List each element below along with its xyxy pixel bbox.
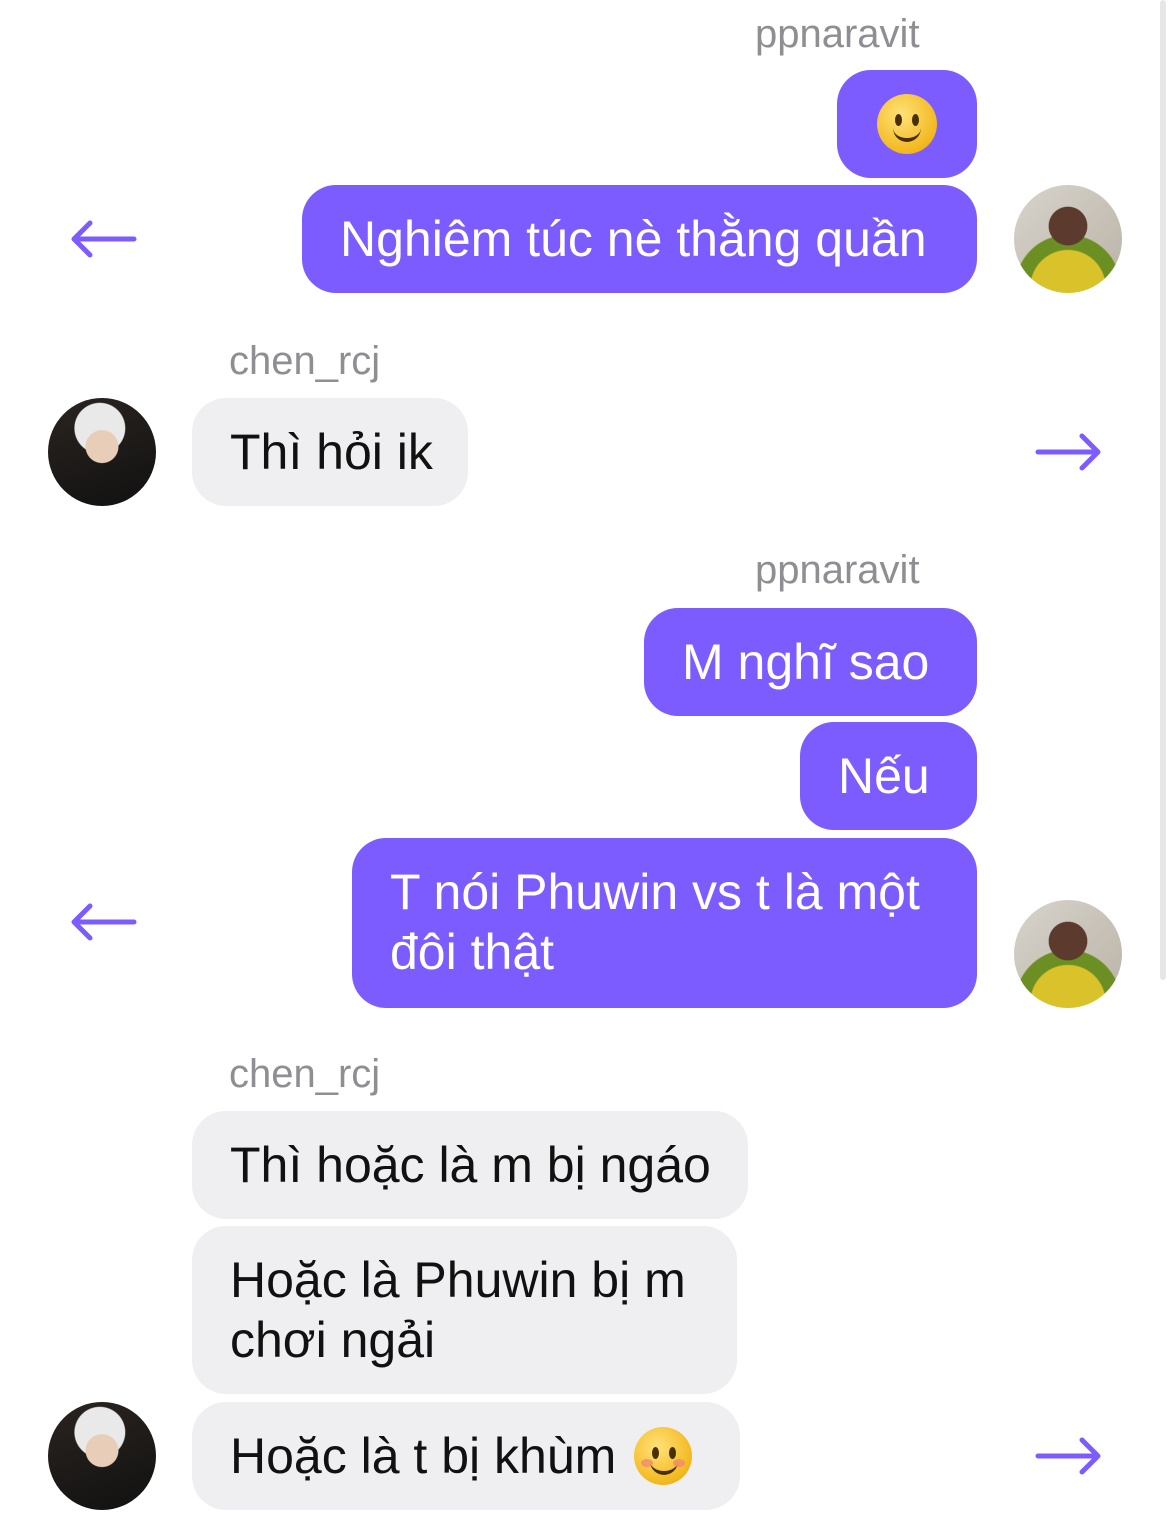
arrow-right-icon[interactable] <box>1034 432 1104 472</box>
smiling-face-with-blush-icon <box>634 1427 693 1485</box>
sender-name-chen-rcj: chen_rcj <box>229 339 381 383</box>
scrollbar[interactable] <box>1160 0 1166 980</box>
sender-name-ppnaravit: ppnaravit <box>755 548 920 592</box>
message-bubble-incoming[interactable]: Hoặc là Phuwin bị m chơi ngải <box>192 1226 737 1394</box>
avatar-chen-rcj[interactable] <box>48 1402 156 1510</box>
message-bubble-incoming[interactable]: Hoặc là t bị khùm <box>192 1402 740 1510</box>
message-bubble-outgoing[interactable]: T nói Phuwin vs t là một đôi thật <box>352 838 977 1008</box>
message-text: Hoặc là t bị khùm <box>230 1428 617 1484</box>
smiling-face-icon <box>877 94 937 154</box>
arrow-right-icon[interactable] <box>1034 1436 1104 1476</box>
sender-name-ppnaravit: ppnaravit <box>755 12 920 56</box>
message-bubble-outgoing[interactable]: Nếu <box>800 722 977 830</box>
message-bubble-incoming[interactable]: Thì hoặc là m bị ngáo <box>192 1111 748 1219</box>
message-bubble-outgoing[interactable]: M nghĩ sao <box>644 608 977 716</box>
arrow-left-icon[interactable] <box>68 902 138 942</box>
message-bubble-incoming[interactable]: Thì hỏi ik <box>192 398 468 506</box>
arrow-left-icon[interactable] <box>68 219 138 259</box>
avatar-chen-rcj[interactable] <box>48 398 156 506</box>
sender-name-chen-rcj: chen_rcj <box>229 1052 381 1096</box>
message-bubble-emoji[interactable] <box>837 70 977 178</box>
avatar-ppnaravit[interactable] <box>1014 900 1122 1008</box>
avatar-ppnaravit[interactable] <box>1014 185 1122 293</box>
message-bubble-outgoing[interactable]: Nghiêm túc nè thằng quần <box>302 185 977 293</box>
